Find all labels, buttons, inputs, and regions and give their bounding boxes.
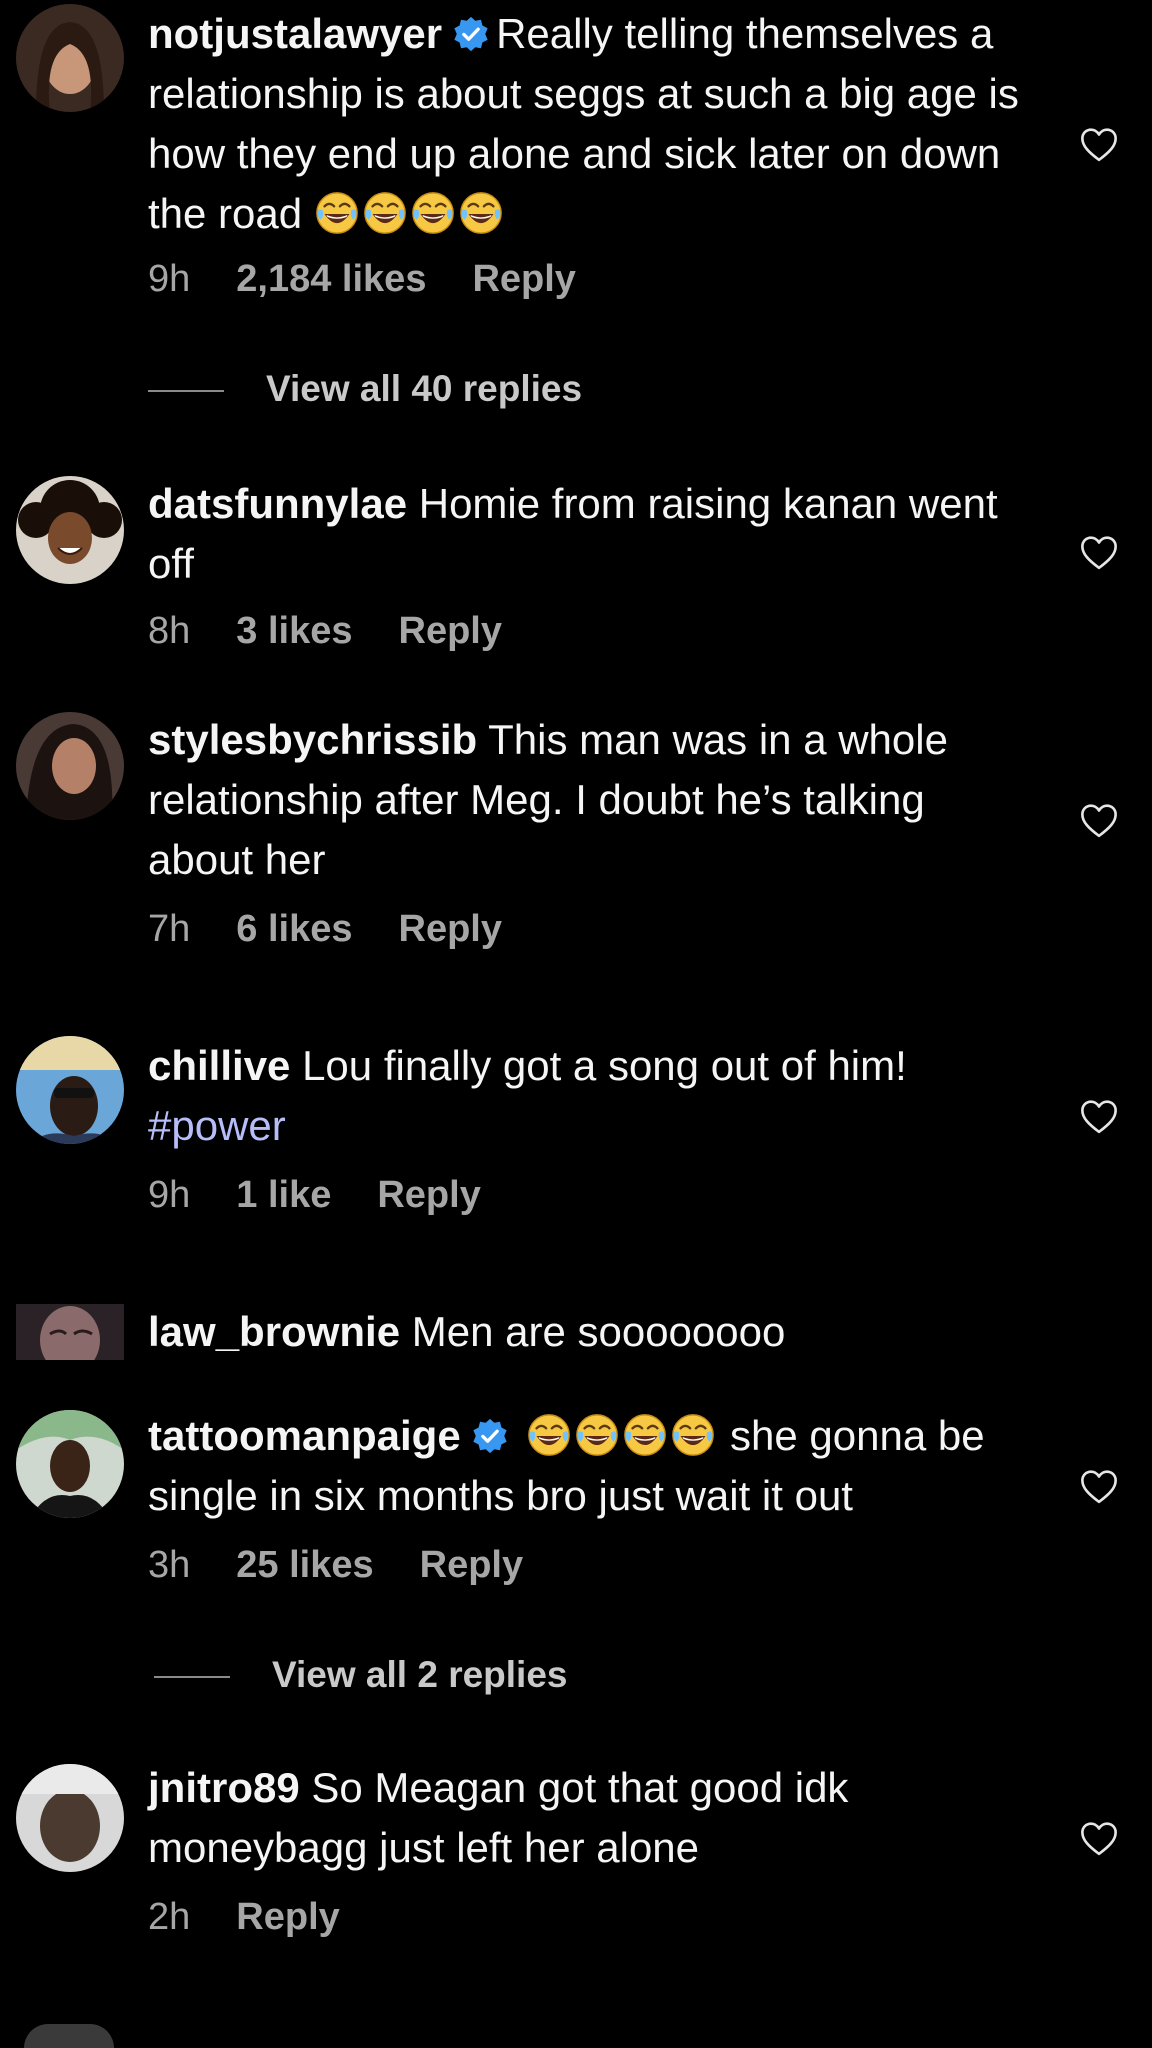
comment-username[interactable]: chillive [148,1042,290,1089]
next-comment-partial [24,2024,114,2048]
like-heart-icon[interactable] [1078,1466,1120,1508]
avatar[interactable] [16,1764,124,1872]
comment-username[interactable]: law_brownie [148,1308,400,1355]
reply-button[interactable]: Reply [399,610,502,652]
verified-badge-icon [471,1417,509,1455]
comment-body: jnitro89 So Meagan got that good idk mon… [148,1758,1038,1878]
like-heart-icon[interactable] [1078,1818,1120,1860]
comment-time: 3h [148,1544,191,1586]
laughing-emoji-icon [670,1412,716,1458]
reply-button[interactable]: Reply [399,908,502,950]
comment-body: law_brownie Men are soooooooo [148,1302,1038,1362]
reply-button[interactable]: Reply [472,258,575,300]
comment-likes[interactable]: 1 like [236,1174,331,1216]
comment-username[interactable]: stylesbychrissib [148,716,477,763]
comment-username[interactable]: notjustalawyer [148,10,442,57]
avatar[interactable] [16,476,124,584]
avatar[interactable] [16,4,124,112]
avatar[interactable] [16,712,124,820]
view-replies-label[interactable]: View all 2 replies [272,1654,568,1695]
view-replies-button[interactable]: View all 40 replies [148,368,582,410]
comment-likes[interactable]: 25 likes [236,1544,373,1586]
view-replies-button[interactable]: View all 2 replies [154,1654,568,1696]
comment-body: chillive Lou finally got a song out of h… [148,1036,1038,1156]
replies-divider [154,1676,230,1679]
comment-body: datsfunnylae Homie from raising kanan we… [148,474,1038,594]
comment-body: stylesbychrissib This man was in a whole… [148,710,1038,890]
comment-likes[interactable]: 3 likes [236,610,352,652]
comment-likes[interactable]: 6 likes [236,908,352,950]
comment-username[interactable]: datsfunnylae [148,480,407,527]
avatar[interactable] [16,1036,124,1144]
like-heart-icon[interactable] [1078,1096,1120,1138]
reply-button[interactable]: Reply [420,1544,523,1586]
comment-time: 7h [148,908,191,950]
hashtag-link[interactable]: #power [148,1102,286,1149]
comment-meta: 3h 25 likes Reply [148,1544,569,1587]
comment-meta: 9h 2,184 likes Reply [148,258,622,301]
like-heart-icon[interactable] [1078,532,1120,574]
comment-username[interactable]: tattoomanpaige [148,1412,461,1459]
reply-button[interactable]: Reply [236,1896,339,1938]
comment-time: 2h [148,1896,191,1938]
comment-username[interactable]: jnitro89 [148,1764,300,1811]
comment-likes[interactable]: 2,184 likes [236,258,426,300]
reply-button[interactable]: Reply [377,1174,480,1216]
avatar[interactable] [16,1410,124,1518]
replies-divider [148,390,224,393]
comment-meta: 7h 6 likes Reply [148,908,548,951]
laughing-emoji-icon [622,1412,668,1458]
comment-text: Lou finally got a song out of him! [302,1042,907,1089]
view-replies-label[interactable]: View all 40 replies [266,368,582,409]
comment-meta: 8h 3 likes Reply [148,610,548,653]
comment-text: Men are soooooooo [411,1308,786,1355]
comment-time: 9h [148,258,191,300]
comment-time: 9h [148,1174,191,1216]
avatar[interactable] [16,1304,124,1360]
laughing-emoji-icon [410,190,456,236]
like-heart-icon[interactable] [1078,800,1120,842]
verified-badge-icon [452,15,490,53]
comment-body: tattoomanpaige she gonna be single in si… [148,1406,1038,1526]
comment-meta: 9h 1 like Reply [148,1174,527,1217]
laughing-emoji-icon [362,190,408,236]
laughing-emoji-icon [314,190,360,236]
like-heart-icon[interactable] [1078,124,1120,166]
comment-body: notjustalawyer Really telling themselves … [148,4,1038,244]
laughing-emoji-icon [458,190,504,236]
laughing-emoji-icon [574,1412,620,1458]
laughing-emoji-icon [526,1412,572,1458]
comment-meta: 2h Reply [148,1896,386,1939]
comment-time: 8h [148,610,191,652]
